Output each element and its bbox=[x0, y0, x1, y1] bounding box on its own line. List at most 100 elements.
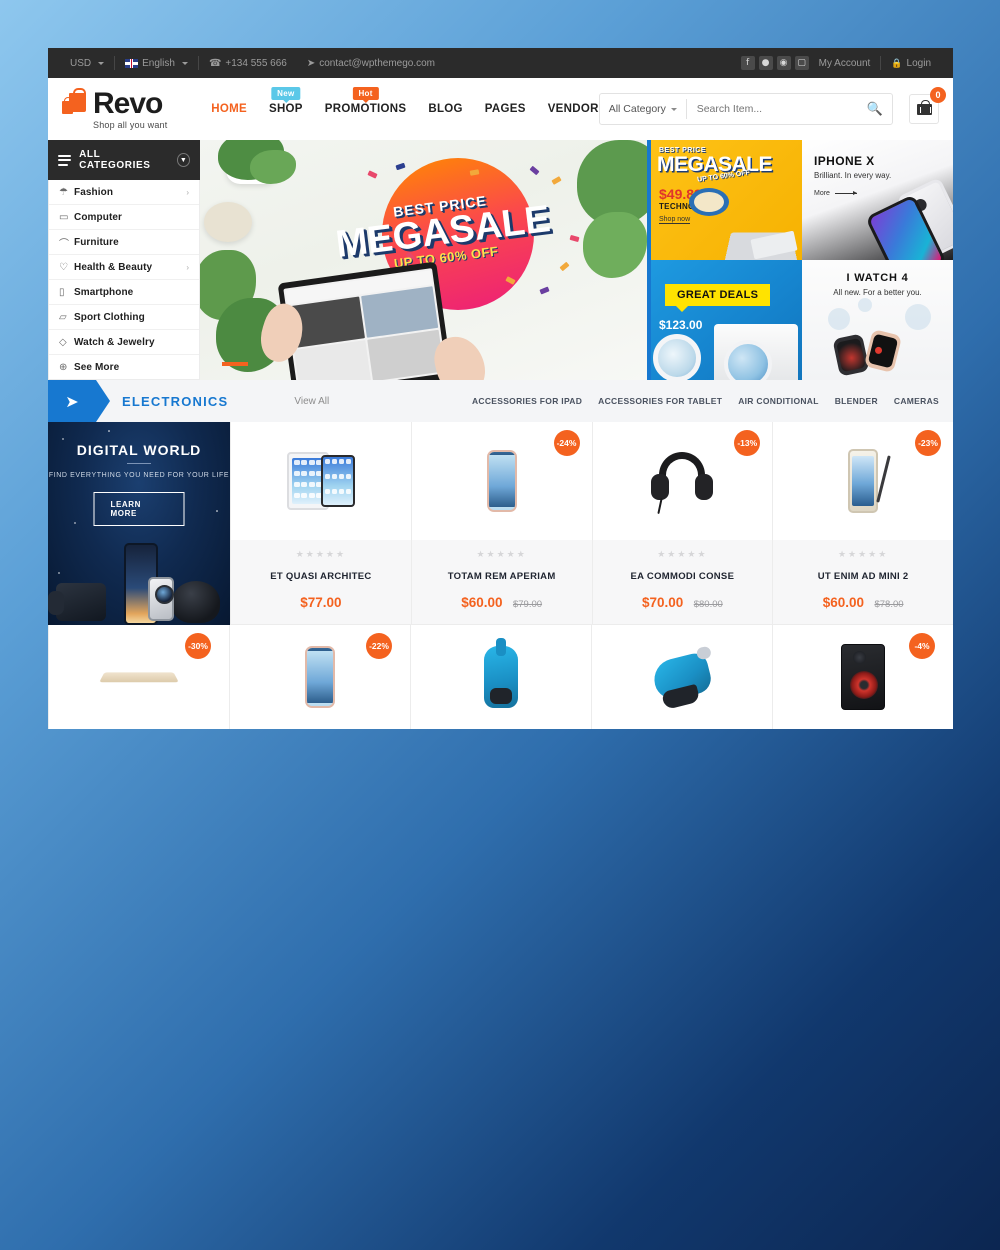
nav-item-shop[interactable]: New SHOP bbox=[269, 87, 303, 115]
search-input[interactable] bbox=[686, 103, 858, 115]
product-image[interactable] bbox=[231, 422, 411, 540]
currency-selector[interactable]: USD bbox=[60, 58, 114, 69]
product-card[interactable]: -23% ★★★★★ UT ENIM AD MINI 2 $60.00 $78.… bbox=[772, 422, 953, 625]
product-card[interactable]: -30% bbox=[48, 625, 229, 729]
shopping-bag-icon bbox=[62, 87, 92, 121]
category-item-smartphone[interactable]: ▯ Smartphone bbox=[49, 280, 199, 305]
phone-info[interactable]: ☎ +134 555 666 bbox=[199, 58, 297, 69]
category-item-fashion[interactable]: ☂ Fashion › bbox=[49, 180, 199, 205]
email-info[interactable]: ➤ contact@wpthemego.com bbox=[297, 58, 445, 69]
logo-tagline: Shop all you want bbox=[93, 119, 168, 130]
product-card[interactable]: ★★★★★ ET QUASI ARCHITEC $77.00 bbox=[230, 422, 411, 625]
product-name[interactable]: EA COMMODI CONSE bbox=[599, 571, 767, 582]
subcat-air-conditional[interactable]: AIR CONDITIONAL bbox=[738, 396, 819, 406]
product-prices: $60.00 $79.00 bbox=[418, 594, 586, 612]
confetti bbox=[395, 162, 406, 171]
slider-progress-bar[interactable] bbox=[222, 362, 248, 366]
banner-great-deals[interactable]: GREAT DEALS $123.00 bbox=[651, 260, 802, 380]
nav-item-home[interactable]: HOME bbox=[211, 103, 247, 115]
product-card[interactable]: -4% bbox=[772, 625, 953, 729]
gold-watch-illustration bbox=[863, 328, 903, 374]
product-card[interactable]: -24% ★★★★★ TOTAM REM APERIAM $60.00 $79.… bbox=[410, 422, 592, 625]
banner-cta-label: More bbox=[814, 190, 830, 197]
category-item-see-more[interactable]: ⊕ See More bbox=[49, 355, 199, 380]
banner-cta[interactable]: Shop now bbox=[659, 216, 691, 224]
banner-i-watch-4[interactable]: I WATCH 4 All new. For a better you. bbox=[802, 260, 953, 380]
product-price: $77.00 bbox=[300, 595, 342, 610]
login-label: Login bbox=[906, 57, 931, 69]
banner-price: $123.00 bbox=[659, 318, 703, 332]
cart-widget[interactable]: 0 bbox=[909, 87, 946, 124]
hamburger-icon bbox=[58, 154, 72, 166]
my-account-link[interactable]: My Account bbox=[809, 58, 881, 69]
search-category-select[interactable]: All Category bbox=[600, 94, 686, 124]
instagram-icon[interactable]: ▢ bbox=[794, 56, 809, 70]
water-splash bbox=[828, 308, 850, 330]
nav-badge-new: New bbox=[271, 87, 301, 100]
discount-badge: -4% bbox=[909, 633, 935, 659]
confetti bbox=[569, 234, 580, 243]
category-item-health-beauty[interactable]: ♡ Health & Beauty › bbox=[49, 255, 199, 280]
product-prices: $77.00 bbox=[237, 594, 405, 612]
rating-stars: ★★★★★ bbox=[657, 550, 708, 560]
site-logo[interactable]: Revo Shop all you want bbox=[62, 86, 187, 130]
category-item-watch-jewelry[interactable]: ◇ Watch & Jewelry bbox=[49, 330, 199, 355]
pinterest-icon[interactable]: ◉ bbox=[776, 56, 791, 70]
product-old-price: $80.00 bbox=[693, 599, 723, 610]
nav-item-pages[interactable]: PAGES bbox=[485, 103, 526, 115]
login-link[interactable]: 🔒 Login bbox=[881, 58, 941, 69]
chevron-down-icon bbox=[670, 107, 677, 111]
uk-flag-icon bbox=[125, 58, 139, 68]
product-card[interactable]: -13% ★★★★★ EA COMMODI CONSE $70.00 $80.0… bbox=[591, 422, 773, 625]
product-name[interactable]: TOTAM REM APERIAM bbox=[418, 571, 586, 582]
nav-item-vendor[interactable]: VENDOR bbox=[548, 103, 599, 115]
view-all-link[interactable]: View All bbox=[294, 396, 329, 407]
product-prices: $70.00 $80.00 bbox=[599, 594, 767, 612]
jar bbox=[204, 202, 252, 242]
banner-subtitle: Brilliant. In every way. bbox=[814, 171, 892, 180]
product-info: ★★★★★ ET QUASI ARCHITEC $77.00 bbox=[231, 540, 411, 624]
subcat-accessories-for-ipad[interactable]: ACCESSORIES FOR IPAD bbox=[472, 396, 582, 406]
product-row-2: -30% -22% -4% bbox=[48, 625, 953, 729]
category-item-computer[interactable]: ▭ Computer bbox=[49, 205, 199, 230]
digital-world-promo-banner[interactable]: DIGITAL WORLD FIND EVERYTHING YOU NEED F… bbox=[48, 422, 230, 625]
nav-item-blog[interactable]: BLOG bbox=[428, 103, 462, 115]
facebook-icon[interactable]: f bbox=[740, 56, 755, 70]
subcat-cameras[interactable]: CAMERAS bbox=[894, 396, 939, 406]
hero-slider[interactable]: BEST PRICE MEGASALE UP TO 60% OFF bbox=[200, 140, 651, 380]
shirt-icon: ☂ bbox=[59, 186, 68, 198]
banner-megasale-technology[interactable]: BEST PRICE MEGASALE UP TO 60% OFF $49.89… bbox=[651, 140, 802, 260]
product-card[interactable] bbox=[591, 625, 772, 729]
subcat-blender[interactable]: BLENDER bbox=[835, 396, 878, 406]
chevron-down-circle-icon[interactable]: ▼ bbox=[176, 153, 191, 167]
electronics-section-bar: ➤ ELECTRONICS View All ACCESSORIES FOR I… bbox=[48, 380, 953, 422]
banner-cta[interactable]: More bbox=[814, 190, 857, 197]
logo-name: Revo bbox=[93, 86, 163, 120]
nav-item-promotions[interactable]: Hot PROMOTIONS bbox=[325, 87, 407, 115]
category-label: Sport Clothing bbox=[74, 311, 145, 323]
subcat-accessories-for-tablet[interactable]: ACCESSORIES FOR TABLET bbox=[598, 396, 722, 406]
product-card[interactable] bbox=[410, 625, 591, 729]
product-name[interactable]: UT ENIM AD MINI 2 bbox=[779, 571, 947, 582]
product-image[interactable]: -24% bbox=[412, 422, 592, 540]
discount-badge: -23% bbox=[915, 430, 941, 456]
product-image[interactable]: -13% bbox=[593, 422, 773, 540]
confetti bbox=[539, 286, 550, 295]
banner-iphone-x[interactable]: IPHONE X Brilliant. In every way. More bbox=[802, 140, 953, 260]
paper-plane-icon: ➤ bbox=[306, 57, 316, 69]
rating-stars: ★★★★★ bbox=[837, 550, 889, 560]
promo-learn-more-button[interactable]: LEARN MORE bbox=[93, 492, 185, 526]
product-image[interactable]: -23% bbox=[773, 422, 953, 540]
search-button[interactable]: 🔍 bbox=[858, 94, 892, 124]
confetti bbox=[529, 165, 540, 176]
twitter-icon[interactable]: ● bbox=[758, 56, 773, 70]
category-item-sport-clothing[interactable]: ▱ Sport Clothing bbox=[49, 305, 199, 330]
product-name[interactable]: ET QUASI ARCHITEC bbox=[237, 571, 405, 582]
chevron-down-icon bbox=[181, 61, 188, 65]
product-card[interactable]: -22% bbox=[229, 625, 410, 729]
language-selector[interactable]: English bbox=[115, 58, 198, 69]
category-menu: ALL CATEGORIES ▼ ☂ Fashion › ▭ Computer … bbox=[48, 140, 200, 380]
language-label: English bbox=[142, 57, 175, 69]
category-item-furniture[interactable]: ⌒ Furniture bbox=[49, 230, 199, 255]
category-menu-header[interactable]: ALL CATEGORIES ▼ bbox=[48, 140, 200, 180]
